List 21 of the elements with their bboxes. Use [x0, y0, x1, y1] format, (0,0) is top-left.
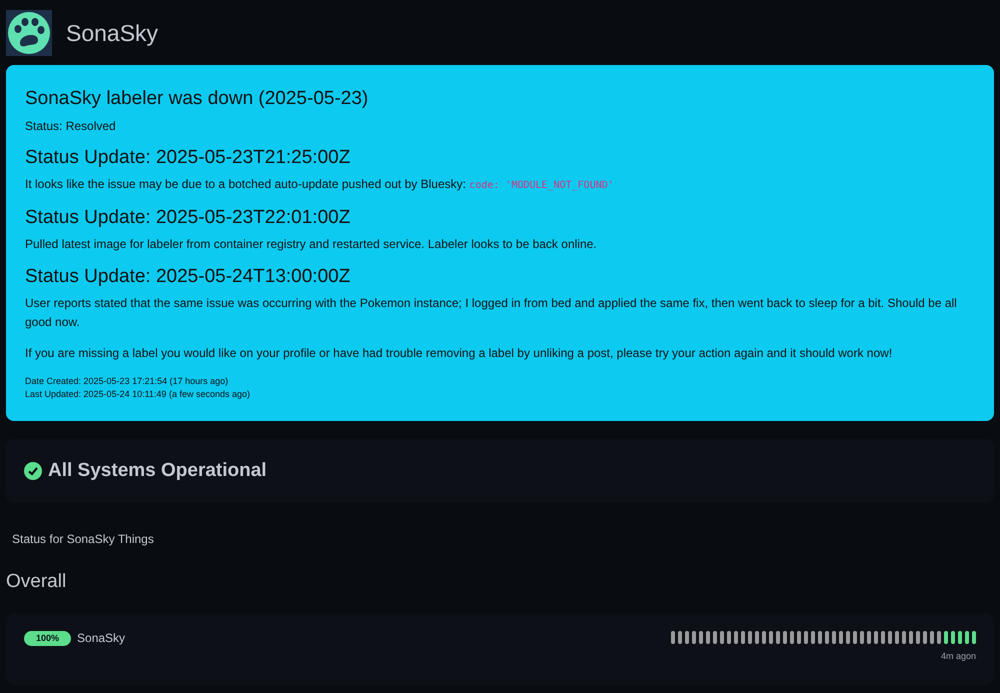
- update-text: Pulled latest image for labeler from container registry and restarted service. Labeler looks to be back online.: [25, 236, 598, 253]
- date-created: Date Created: 2025-05-23 17:21:54 (17 hours ago): [25, 375, 230, 388]
- update-text: It looks like the issue may be due to a botched auto-update pushed out by Bluesky: code: 'MODULE_NOT_FOUND': [25, 176, 615, 193]
- code-snippet: code: 'MODULE_NOT_FOUND': [469, 180, 614, 191]
- last-check-time: 4m agon: [940, 650, 976, 663]
- monitor-name: SonaSky: [77, 630, 126, 646]
- paw-logo-icon[interactable]: [6, 10, 52, 56]
- update-text: If you are missing a label you would like on your profile or have had trouble removing a label by unliking a post, please try your action again and it should work now!: [25, 345, 894, 362]
- incident-status: Status: Resolved: [25, 118, 117, 135]
- update-heading: Status Update: 2025-05-23T21:25:00Z: [25, 146, 352, 170]
- incident-title: SonaSky labeler was down (2025-05-23): [25, 87, 370, 111]
- check-circle-icon: [24, 462, 42, 480]
- uptime-badge: 100%: [24, 630, 72, 646]
- update-heading: Status Update: 2025-05-24T13:00:00Z: [25, 265, 352, 289]
- description-text: Status for SonaSky Things: [12, 531, 154, 548]
- update-heading: Status Update: 2025-05-23T22:01:00Z: [25, 206, 352, 230]
- last-updated: Last Updated: 2025-05-24 10:11:49 (a few seconds ago): [25, 388, 251, 401]
- status-text: All Systems Operational: [48, 458, 267, 483]
- update-text: User reports stated that the same issue was occurring with the Pokemon instance; I logged in from bed and applied the same fix, then went back to sleep for a bit. Should be all good now.: [25, 295, 958, 331]
- site-title: SonaSky: [66, 18, 158, 48]
- group-title: Overall: [6, 570, 66, 594]
